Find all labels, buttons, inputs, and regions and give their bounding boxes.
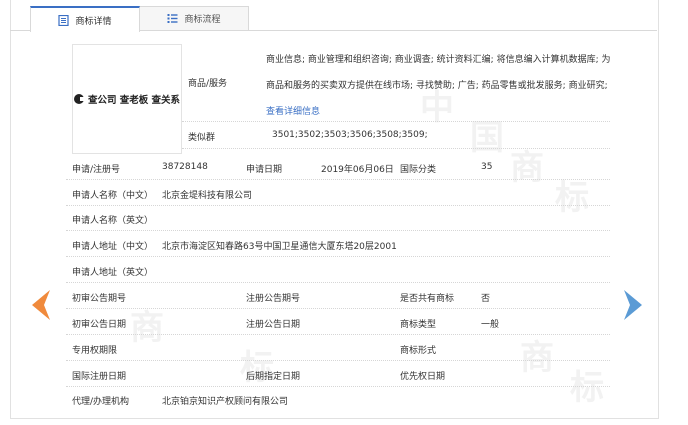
divider [66,308,610,309]
prelim-date-label: 初审公告日期 [72,320,127,330]
form-label: 商标形式 [400,346,437,356]
divider [66,179,610,180]
reg-pub-date-label: 注册公告日期 [246,320,301,330]
tab-trademark-process[interactable]: 商标流程 [139,6,249,30]
applicant-cn-value: 北京金堤科技有限公司 [162,191,253,201]
apply-date-value: 2019年06月06日 [321,165,394,175]
tab-bar: 商标详情 商标流程 [30,6,249,32]
trademark-image: 查公司 查老板 查关系 [72,44,182,154]
next-arrow-icon[interactable] [622,288,646,322]
watermark: 标 [555,178,589,218]
tab-label: 商标详情 [75,16,112,27]
divider [66,230,610,231]
similar-group-label: 类似群 [188,133,216,143]
intl-reg-date-label: 国际注册日期 [72,372,127,382]
document-icon [58,14,70,26]
prelim-no-label: 初审公告期号 [72,294,127,304]
view-details-link[interactable]: 查看详细信息 [266,107,320,117]
apply-date-label: 申请日期 [246,165,283,175]
divider [182,148,610,149]
applicant-en-label: 申请人名称（英文） [72,216,154,226]
tab-label: 商标流程 [184,15,221,25]
intl-class-label: 国际分类 [400,165,437,175]
divider [66,386,610,387]
trademark-logo-text: 查公司 查老板 查关系 [87,95,181,106]
tab-trademark-details[interactable]: 商标详情 [30,6,140,32]
goods-services-text: 商业信息; 商业管理和组织咨询; 商业调查; 统计资料汇编; 将信息编入计算机数… [266,47,611,125]
reg-pub-no-label: 注册公告期号 [246,294,301,304]
later-date-label: 后期指定日期 [246,372,301,382]
divider [66,282,610,283]
applicant-cn-label: 申请人名称（中文） [72,191,154,201]
watermark: 标 [570,368,604,408]
type-label: 商标类型 [400,320,437,330]
similar-group-value: 3501;3502;3503;3506;3508;3509; [272,130,428,140]
reg-no-label: 申请/注册号 [72,165,121,175]
agent-label: 代理/办理机构 [72,397,130,407]
address-cn-value: 北京市海淀区知春路63号中国卫星通信大厦东塔20层2001 [162,242,397,252]
divider [66,205,610,206]
goods-label: 商品/服务 [188,79,228,89]
address-cn-label: 申请人地址（中文） [72,242,154,252]
priority-date-label: 优先权日期 [400,372,446,382]
goods-list: 商业信息; 商业管理和组织咨询; 商业调查; 统计资料汇编; 将信息编入计算机数… [266,55,611,91]
type-value: 一般 [481,320,500,330]
divider [66,360,610,361]
reg-no-value: 38728148 [162,162,208,172]
address-en-label: 申请人地址（英文） [72,268,154,278]
prev-arrow-icon[interactable] [28,288,52,322]
agent-value: 北京铂京知识产权顾问有限公司 [162,397,289,407]
shared-value: 否 [481,294,491,304]
shared-label: 是否共有商标 [400,294,455,304]
intl-class-value: 35 [481,162,493,172]
watermark: 商 [520,338,554,378]
divider [66,256,610,257]
logo-mark-icon [73,94,85,104]
divider [182,121,610,122]
list-icon [167,14,178,23]
exclusive-term-label: 专用权期限 [72,346,118,356]
divider [66,334,610,335]
